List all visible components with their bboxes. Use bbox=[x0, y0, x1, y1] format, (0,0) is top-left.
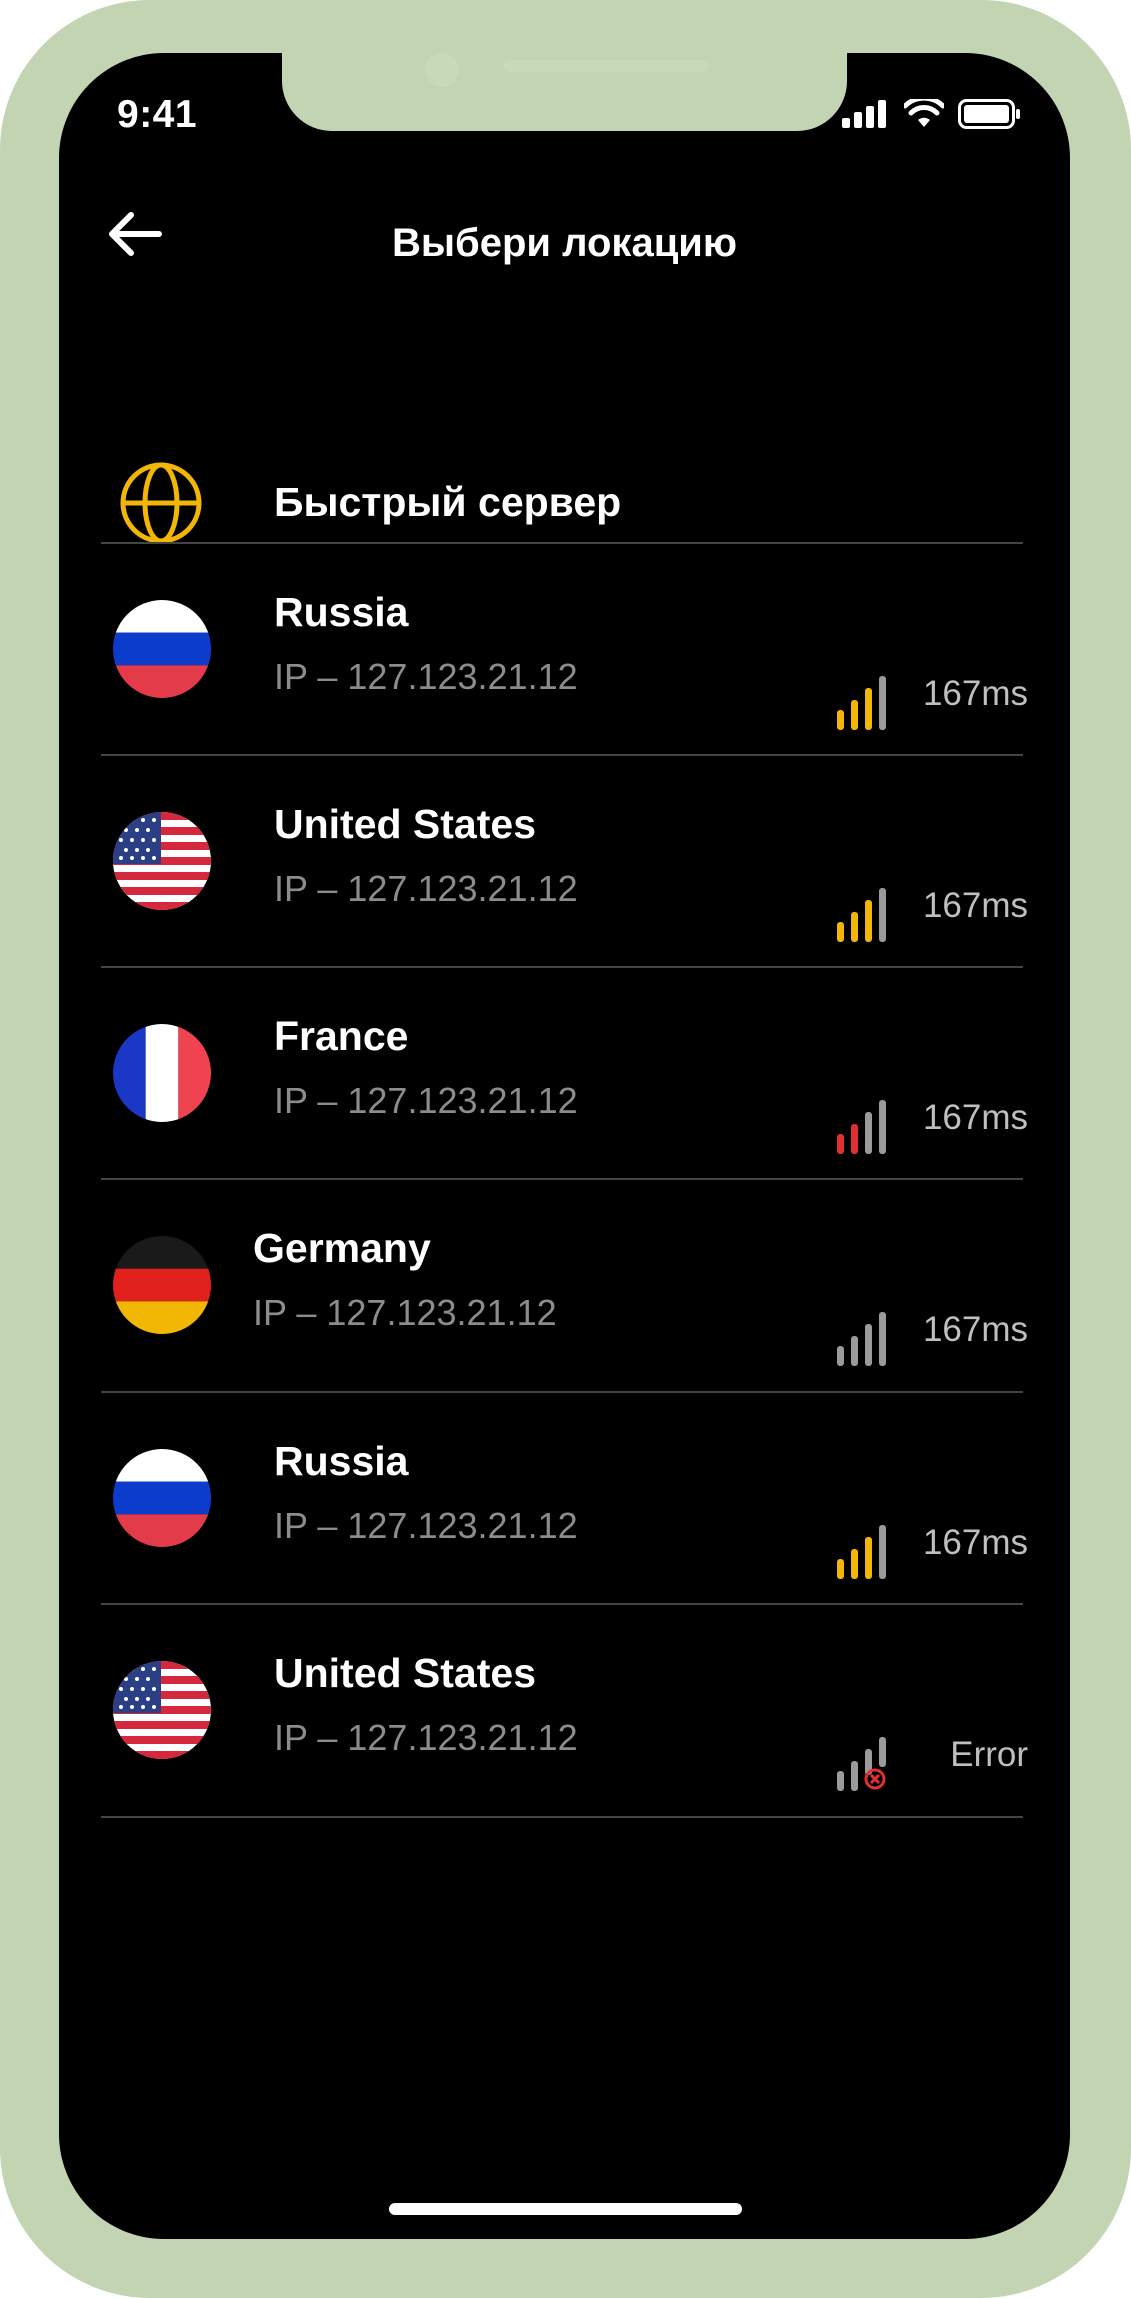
page-title: Выбери локацию bbox=[391, 221, 738, 265]
germany-flag-icon bbox=[113, 1236, 211, 1334]
russia-flag-icon bbox=[113, 1449, 211, 1547]
divider bbox=[101, 1816, 1023, 1818]
ping-value: 167ms bbox=[922, 886, 1028, 925]
ping-value: 167ms bbox=[922, 1523, 1028, 1562]
country-name: United States bbox=[274, 1650, 536, 1696]
country-name: Germany bbox=[253, 1225, 431, 1271]
ping-value: 167ms bbox=[922, 674, 1028, 713]
country-name: United States bbox=[274, 801, 536, 847]
ping-value: Error bbox=[950, 1735, 1028, 1774]
power-button bbox=[1120, 520, 1131, 790]
front-camera bbox=[425, 53, 459, 87]
location-item-united-states[interactable]: United States IP – 127.123.21.12 Error bbox=[59, 1605, 1070, 1817]
wifi-icon bbox=[904, 99, 944, 127]
signal-strength-icon bbox=[837, 1525, 886, 1579]
volume-down-button bbox=[0, 680, 8, 840]
ping-value: 167ms bbox=[922, 1310, 1028, 1349]
usa-flag-icon bbox=[113, 1661, 211, 1759]
battery-icon bbox=[958, 99, 1020, 129]
country-name: France bbox=[274, 1013, 409, 1059]
location-item-united-states[interactable]: United States IP – 127.123.21.12 167ms bbox=[59, 756, 1070, 968]
signal-strength-icon bbox=[837, 888, 886, 942]
mute-switch bbox=[0, 300, 8, 420]
france-flag-icon bbox=[113, 1024, 211, 1122]
signal-strength-icon bbox=[837, 676, 886, 730]
usa-flag-icon bbox=[113, 812, 211, 910]
server-ip: IP – 127.123.21.12 bbox=[253, 1292, 557, 1333]
status-time: 9:41 bbox=[117, 93, 198, 136]
phone-screen: 9:41 Выбери локацию Быстрый сервер Russi… bbox=[59, 53, 1070, 2239]
server-ip: IP – 127.123.21.12 bbox=[274, 868, 578, 909]
russia-flag-icon bbox=[113, 600, 211, 698]
country-name: Russia bbox=[274, 589, 409, 635]
home-indicator[interactable] bbox=[389, 2203, 742, 2215]
server-ip: IP – 127.123.21.12 bbox=[274, 1505, 578, 1546]
ping-value: 167ms bbox=[922, 1098, 1028, 1137]
status-icons bbox=[842, 99, 1022, 129]
signal-strength-icon bbox=[837, 1312, 886, 1366]
server-ip: IP – 127.123.21.12 bbox=[274, 1717, 578, 1758]
cellular-signal-icon bbox=[842, 100, 886, 128]
signal-error-icon bbox=[837, 1737, 886, 1791]
server-ip: IP – 127.123.21.12 bbox=[274, 656, 578, 697]
server-ip: IP – 127.123.21.12 bbox=[274, 1080, 578, 1121]
country-name: Russia bbox=[274, 1438, 409, 1484]
speaker-grille bbox=[504, 60, 709, 72]
volume-up-button bbox=[0, 470, 8, 610]
location-item-germany[interactable]: Germany IP – 127.123.21.12 167ms bbox=[59, 1180, 1070, 1392]
location-item-russia[interactable]: Russia IP – 127.123.21.12 167ms bbox=[59, 1393, 1070, 1605]
globe-icon bbox=[120, 462, 202, 544]
location-item-russia[interactable]: Russia IP – 127.123.21.12 167ms bbox=[59, 544, 1070, 756]
notch bbox=[282, 53, 847, 131]
signal-strength-icon bbox=[837, 1100, 886, 1154]
fast-server-label: Быстрый сервер bbox=[274, 479, 622, 525]
location-item-france[interactable]: France IP – 127.123.21.12 167ms bbox=[59, 968, 1070, 1180]
